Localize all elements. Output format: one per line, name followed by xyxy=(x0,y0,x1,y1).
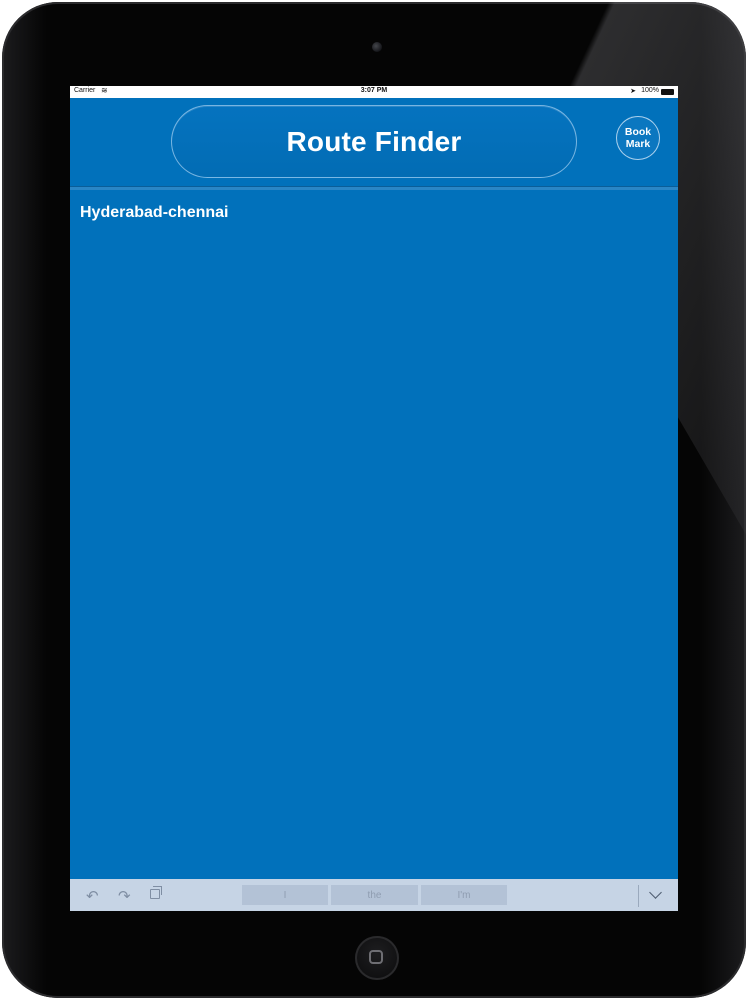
redo-icon[interactable]: ↷ xyxy=(118,887,131,905)
status-bar: Carrier ≋ 3:07 PM ➤ 100% xyxy=(70,86,678,98)
page-title: Route Finder xyxy=(286,125,462,157)
status-time: 3:07 PM xyxy=(360,87,388,94)
paste-icon[interactable] xyxy=(150,886,162,899)
bar-divider xyxy=(638,885,639,907)
header-divider xyxy=(70,186,678,190)
battery-percent: 100% xyxy=(641,87,659,94)
home-square-icon xyxy=(369,950,383,964)
suggestion-3[interactable]: I'm xyxy=(421,885,507,905)
chevron-down-icon[interactable] xyxy=(649,886,662,899)
route-label[interactable]: Hyderabad-chennai xyxy=(80,204,228,222)
suggestion-2[interactable]: the xyxy=(331,885,418,905)
bookmark-button[interactable]: Book Mark xyxy=(616,116,660,160)
location-arrow-icon: ➤ xyxy=(630,88,636,95)
camera-icon xyxy=(372,42,382,52)
app-screen: Carrier ≋ 3:07 PM ➤ 100% Route Finder Bo… xyxy=(70,86,678,911)
title-banner: Route Finder xyxy=(171,105,577,178)
battery-icon xyxy=(661,89,674,95)
ipad-frame: Carrier ≋ 3:07 PM ➤ 100% Route Finder Bo… xyxy=(2,2,746,998)
keyboard-shortcut-bar: ↶ ↷ I the I'm xyxy=(70,879,678,911)
undo-icon[interactable]: ↶ xyxy=(86,887,99,905)
bookmark-label-line1: Book xyxy=(624,126,652,138)
bookmark-label-line2: Mark xyxy=(625,138,651,150)
suggestion-1[interactable]: I xyxy=(242,885,328,905)
navigation-bar: Route Finder Book Mark xyxy=(70,98,678,186)
